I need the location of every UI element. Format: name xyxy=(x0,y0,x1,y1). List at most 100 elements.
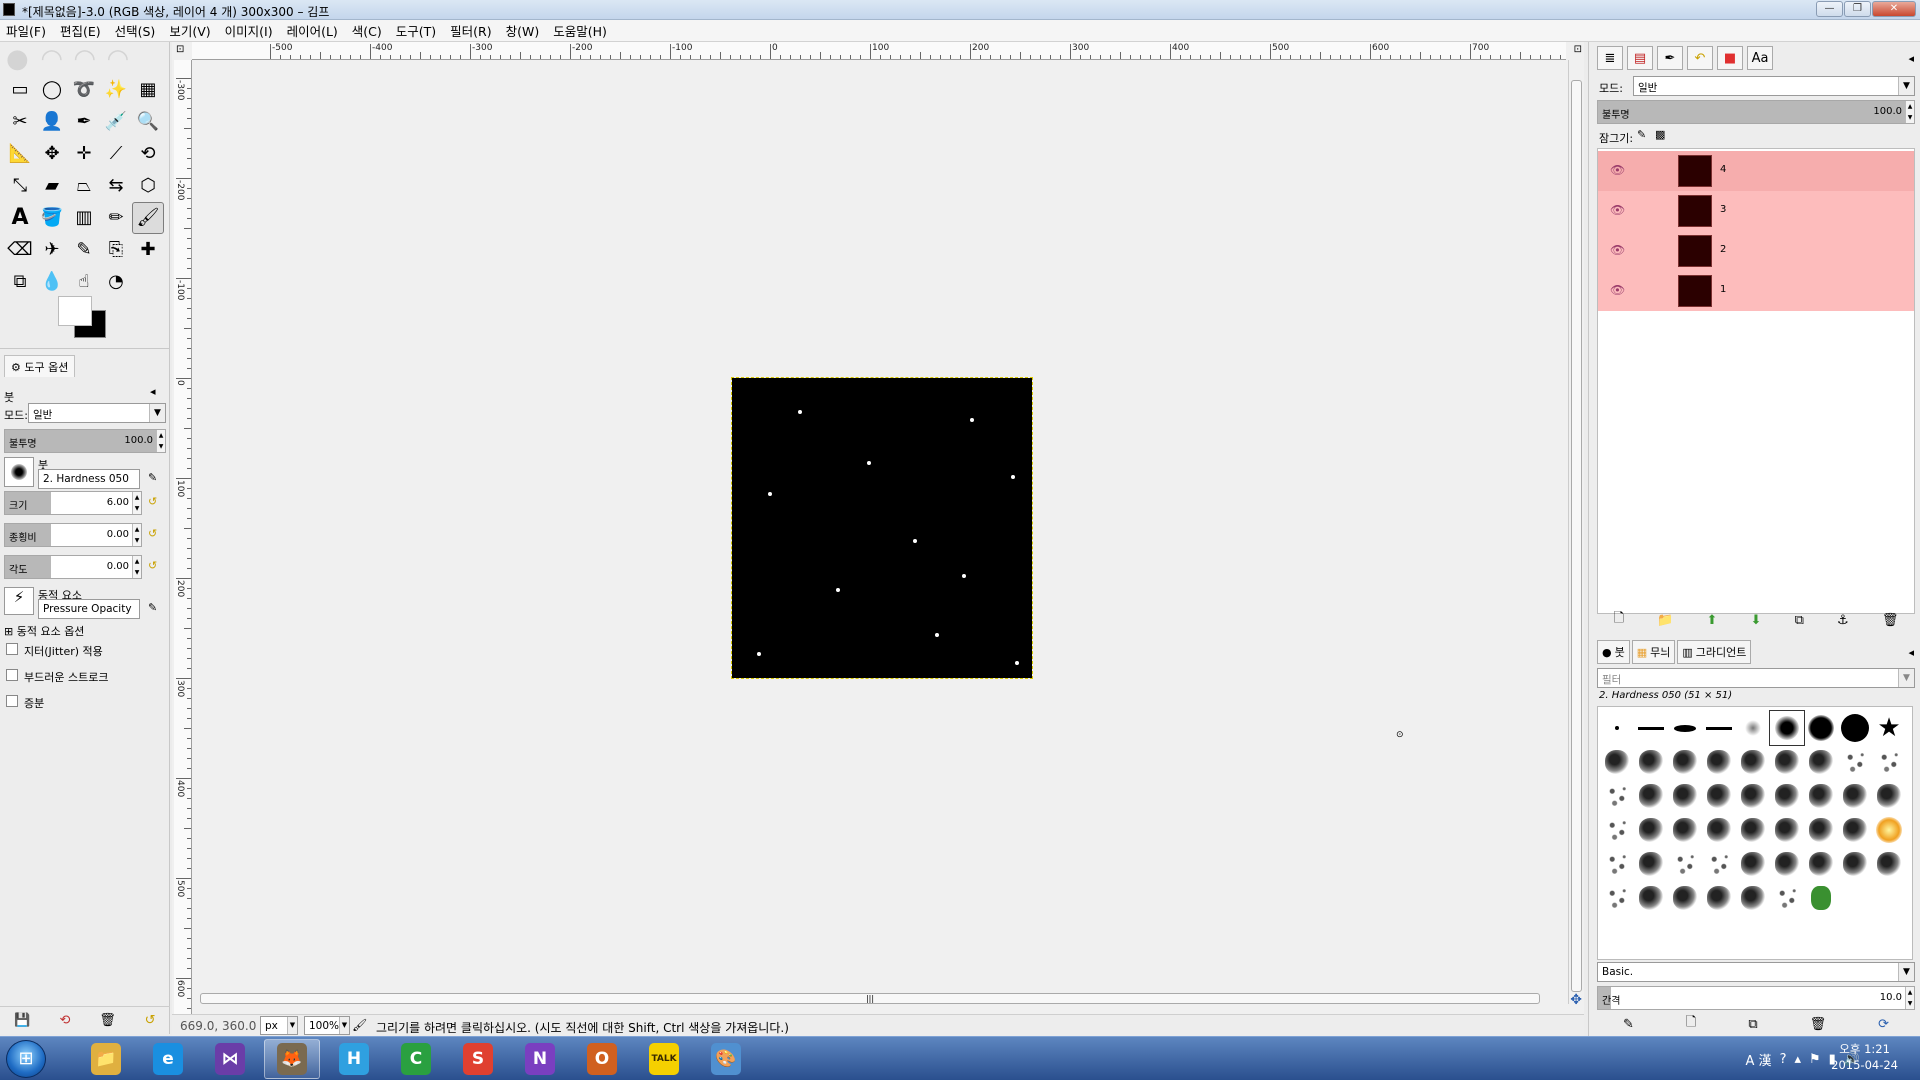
duplicate-layer-icon[interactable]: ⧉ xyxy=(1795,613,1804,628)
brush-preset-select[interactable]: Basic. ▼ xyxy=(1597,962,1915,982)
taskbar-app[interactable]: ⋈ xyxy=(202,1039,258,1079)
dynamics-options-expander[interactable]: ⊞ 동적 요소 옵션 xyxy=(4,623,84,639)
brush-item[interactable] xyxy=(1804,881,1838,915)
tool-button[interactable]: ✈ xyxy=(36,234,68,266)
menu-select[interactable]: 선택(S) xyxy=(115,21,156,40)
maximize-button[interactable]: ❐ xyxy=(1844,1,1871,17)
tool-button[interactable]: ✨ xyxy=(100,74,132,106)
reset-options-icon[interactable]: ↺ xyxy=(145,1013,156,1028)
tool-button[interactable]: ✒ xyxy=(68,106,100,138)
restore-options-icon[interactable]: ⟲ xyxy=(59,1013,70,1028)
zoom-toggle-icon[interactable]: ⊡ xyxy=(1574,44,1582,55)
eye-icon[interactable]: 👁 xyxy=(1610,283,1625,297)
menu-tools[interactable]: 도구(T) xyxy=(396,21,436,40)
brush-name-field[interactable]: 2. Hardness 050 xyxy=(38,469,140,489)
brush-item[interactable] xyxy=(1600,847,1634,881)
menu-layer[interactable]: 레이어(L) xyxy=(287,21,338,40)
edit-brush-button-icon[interactable]: ✎ xyxy=(1623,1017,1634,1032)
spin-arrows-icon[interactable]: ▲ ▼ xyxy=(156,430,165,452)
tool-button[interactable]: ⬡ xyxy=(132,170,164,202)
brush-item[interactable] xyxy=(1634,745,1668,779)
vertical-scrollbar[interactable] xyxy=(1568,60,1584,1004)
new-layer-icon[interactable]: 🗋 xyxy=(1614,609,1624,631)
brush-item[interactable] xyxy=(1872,847,1906,881)
tool-button[interactable]: 💉 xyxy=(100,106,132,138)
tab-undo[interactable]: ↶ xyxy=(1687,46,1713,70)
reset-angle-icon[interactable]: ↺ xyxy=(148,559,157,572)
tab-layers[interactable]: ≣ xyxy=(1597,46,1623,70)
brush-item[interactable] xyxy=(1600,711,1634,745)
duplicate-brush-icon[interactable]: ⧉ xyxy=(1748,1017,1757,1032)
tool-button[interactable]: ☝ xyxy=(68,266,100,298)
tool-button[interactable]: ▭ xyxy=(4,74,36,106)
tool-button[interactable]: ✂ xyxy=(4,106,36,138)
taskbar-app[interactable]: 🎨 xyxy=(698,1039,754,1079)
tool-button[interactable]: ✎ xyxy=(68,234,100,266)
tab-gradients[interactable]: ▥ 그라디언트 xyxy=(1677,640,1752,664)
panel-menu-icon[interactable]: ◂ xyxy=(150,385,156,398)
tool-button[interactable]: 💧 xyxy=(36,266,68,298)
lock-alpha-icon[interactable]: ▩ xyxy=(1655,128,1665,141)
tool-button[interactable]: A xyxy=(4,202,36,234)
brush-item[interactable] xyxy=(1634,779,1668,813)
tool-button[interactable]: ✛ xyxy=(68,138,100,170)
tool-button[interactable]: ⟋ xyxy=(100,138,132,170)
taskbar-app[interactable]: H xyxy=(326,1039,382,1079)
reset-size-icon[interactable]: ↺ xyxy=(148,495,157,508)
brush-item[interactable] xyxy=(1668,813,1702,847)
menu-help[interactable]: 도움말(H) xyxy=(553,21,607,40)
dynamics-preview-button[interactable]: ⚡ xyxy=(4,587,34,615)
spin-arrows-icon[interactable]: ▲ ▼ xyxy=(132,556,141,578)
taskbar-app[interactable]: e xyxy=(140,1039,196,1079)
brush-item[interactable] xyxy=(1702,745,1736,779)
edit-dynamics-icon[interactable]: ✎ xyxy=(148,601,157,614)
ime-indicator[interactable]: A 漢 xyxy=(1746,1050,1772,1069)
edit-brush-icon[interactable]: ✎ xyxy=(148,471,157,484)
brush-item[interactable] xyxy=(1702,711,1736,745)
tab-fonts[interactable]: Aa xyxy=(1747,46,1773,70)
brush-item[interactable] xyxy=(1600,813,1634,847)
dynamics-name-field[interactable]: Pressure Opacity xyxy=(38,599,140,619)
navigate-icon[interactable]: ✥ xyxy=(1570,992,1582,1008)
brush-filter-input[interactable]: 필터 ▼ xyxy=(1597,668,1915,688)
brush-item[interactable] xyxy=(1769,710,1805,746)
brush-item[interactable] xyxy=(1872,745,1906,779)
brush-item[interactable] xyxy=(1600,745,1634,779)
brush-item[interactable] xyxy=(1804,711,1838,745)
brush-item[interactable] xyxy=(1736,813,1770,847)
close-button[interactable]: ✕ xyxy=(1872,1,1916,17)
brush-item[interactable] xyxy=(1634,847,1668,881)
brush-item[interactable] xyxy=(1668,745,1702,779)
menu-filters[interactable]: 필터(R) xyxy=(450,21,491,40)
brush-item[interactable] xyxy=(1770,813,1804,847)
brush-item[interactable] xyxy=(1838,847,1872,881)
brush-item[interactable] xyxy=(1702,779,1736,813)
aspect-ratio-slider[interactable]: 종횡비 0.00 ▲ ▼ xyxy=(4,523,142,547)
taskbar-app[interactable]: O xyxy=(574,1039,630,1079)
horizontal-scrollbar[interactable]: ||| xyxy=(192,992,1568,1006)
taskbar-app[interactable]: 🦊 xyxy=(264,1039,320,1079)
tool-button[interactable]: ⧉ xyxy=(4,266,36,298)
brush-item[interactable] xyxy=(1804,745,1838,779)
brush-item[interactable]: ★ xyxy=(1872,711,1906,745)
brush-item[interactable] xyxy=(1804,847,1838,881)
menu-arrow-icon[interactable]: ⊡ xyxy=(176,44,190,58)
taskbar-app[interactable]: S xyxy=(450,1039,506,1079)
tool-button[interactable]: ⏢ xyxy=(68,170,100,202)
tab-tool-options[interactable]: ⚙ 도구 옵션 xyxy=(4,355,76,377)
lock-pixels-icon[interactable]: ✎ xyxy=(1637,128,1646,141)
refresh-brushes-icon[interactable]: ⟳ xyxy=(1878,1017,1889,1032)
brush-item[interactable] xyxy=(1702,847,1736,881)
brush-item[interactable] xyxy=(1668,881,1702,915)
layer-opacity-slider[interactable]: 불투명 100.0 ▲ ▼ xyxy=(1597,100,1915,124)
horizontal-ruler[interactable]: -500 -400 -300 -200 -100 0 100 200 300 400 500 600 7… xyxy=(192,42,1566,60)
tray-expand-icon[interactable]: ▴ xyxy=(1794,1052,1801,1067)
spin-arrows-icon[interactable]: ▲ ▼ xyxy=(132,524,141,546)
brush-item[interactable] xyxy=(1600,881,1634,915)
brush-item[interactable] xyxy=(1736,847,1770,881)
angle-slider[interactable]: 각도 0.00 ▲ ▼ xyxy=(4,555,142,579)
delete-brush-icon[interactable]: 🗑 xyxy=(1810,1017,1827,1032)
brush-item[interactable] xyxy=(1668,711,1702,745)
image-canvas[interactable] xyxy=(731,377,1033,679)
opacity-slider[interactable]: 불투명 100.0 ▲ ▼ xyxy=(4,429,166,453)
